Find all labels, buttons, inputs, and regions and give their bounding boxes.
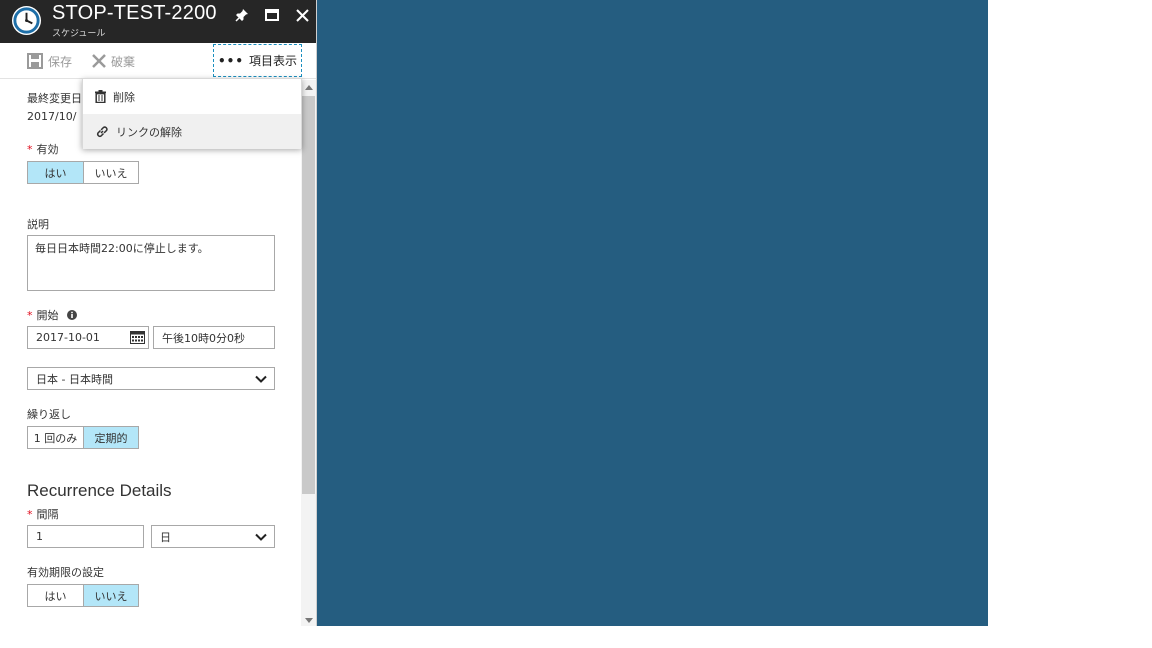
save-icon: [27, 53, 43, 69]
menu-item-delete-label: 削除: [113, 90, 135, 104]
discard-icon: [92, 54, 106, 68]
pin-icon[interactable]: [231, 4, 253, 26]
recurrence-details-title: Recurrence Details: [27, 481, 172, 500]
interval-unit-select[interactable]: 日: [151, 525, 275, 548]
start-date-input[interactable]: 2017-10-01: [27, 326, 149, 349]
expiration-toggle: はい いいえ: [27, 584, 139, 607]
expiration-no-option[interactable]: いいえ: [83, 585, 138, 606]
vertical-scrollbar[interactable]: [301, 80, 316, 626]
more-menu: 削除 リンクの解除: [82, 78, 302, 149]
blade-title-bar: STOP-TEST-2200 スケジュール: [0, 0, 316, 43]
interval-unit-value: 日: [160, 530, 171, 544]
required-asterisk: *: [27, 143, 33, 156]
command-bar: 保存 破棄 ••• 項目表示: [0, 43, 316, 79]
calendar-icon[interactable]: [130, 331, 145, 344]
last-modified-label: 最終変更日: [27, 92, 82, 105]
chevron-down-icon: [255, 375, 267, 383]
scroll-up-icon[interactable]: [304, 83, 313, 92]
expiration-yes-option[interactable]: はい: [28, 585, 83, 606]
enabled-label-text: 有効: [36, 143, 59, 156]
info-icon[interactable]: [67, 310, 77, 320]
menu-item-unlink-label: リンクの解除: [116, 125, 182, 139]
link-icon: [96, 125, 108, 137]
enabled-label: * 有効: [27, 141, 59, 157]
enabled-toggle: はい いいえ: [27, 161, 139, 184]
timezone-select[interactable]: 日本 - 日本時間: [27, 367, 275, 390]
recurrence-toggle: 1 回のみ 定期的: [27, 426, 139, 449]
discard-button[interactable]: 破棄: [92, 51, 135, 71]
trash-icon: [95, 90, 106, 103]
chevron-down-icon: [255, 533, 267, 541]
discard-label: 破棄: [111, 54, 136, 69]
close-icon[interactable]: [291, 4, 313, 26]
last-modified-value: 2017/10/: [27, 110, 77, 123]
start-label-text: 開始: [36, 309, 59, 322]
recurrence-recurring-option[interactable]: 定期的: [83, 427, 138, 448]
scroll-down-icon[interactable]: [304, 616, 313, 625]
enabled-no-option[interactable]: いいえ: [83, 162, 138, 183]
start-date-value: 2017-10-01: [36, 331, 100, 344]
enabled-yes-option[interactable]: はい: [28, 162, 83, 183]
schedule-blade: STOP-TEST-2200 スケジュール 保存 破棄 ••• 項目表示 最終変…: [0, 0, 317, 626]
blade-content: 最終変更日 2017/10/ * 有効 はい いいえ 説明 毎日日本時間22:00…: [0, 80, 300, 626]
screen: STOP-TEST-2200 スケジュール 保存 破棄 ••• 項目表示 最終変…: [0, 0, 1152, 648]
more-icon: •••: [217, 53, 244, 68]
interval-label-text: 間隔: [36, 508, 59, 521]
save-button[interactable]: 保存: [27, 51, 72, 71]
required-asterisk: *: [27, 309, 33, 322]
maximize-icon[interactable]: [261, 4, 283, 26]
blade-subtitle: スケジュール: [52, 29, 106, 39]
interval-input[interactable]: 1: [27, 525, 144, 548]
timezone-value: 日本 - 日本時間: [36, 372, 113, 386]
start-time-input[interactable]: 午後10時0分0秒: [153, 326, 275, 349]
portal-background: [317, 0, 988, 626]
save-label: 保存: [48, 54, 73, 69]
more-label: 項目表示: [249, 54, 298, 68]
scrollbar-thumb[interactable]: [302, 96, 315, 494]
more-button[interactable]: ••• 項目表示: [213, 44, 302, 77]
start-label: * 開始: [27, 307, 77, 323]
description-textarea[interactable]: 毎日日本時間22:00に停止します。: [27, 235, 275, 291]
required-asterisk: *: [27, 508, 33, 521]
expiration-label: 有効期限の設定: [27, 566, 104, 579]
blade-title: STOP-TEST-2200: [52, 2, 217, 24]
recurrence-once-option[interactable]: 1 回のみ: [28, 427, 83, 448]
description-label: 説明: [27, 218, 49, 231]
menu-item-unlink[interactable]: リンクの解除: [83, 114, 301, 149]
menu-item-delete[interactable]: 削除: [83, 79, 301, 114]
interval-label: * 間隔: [27, 506, 59, 522]
recurrence-label: 繰り返し: [27, 408, 71, 421]
clock-icon: [11, 5, 42, 36]
